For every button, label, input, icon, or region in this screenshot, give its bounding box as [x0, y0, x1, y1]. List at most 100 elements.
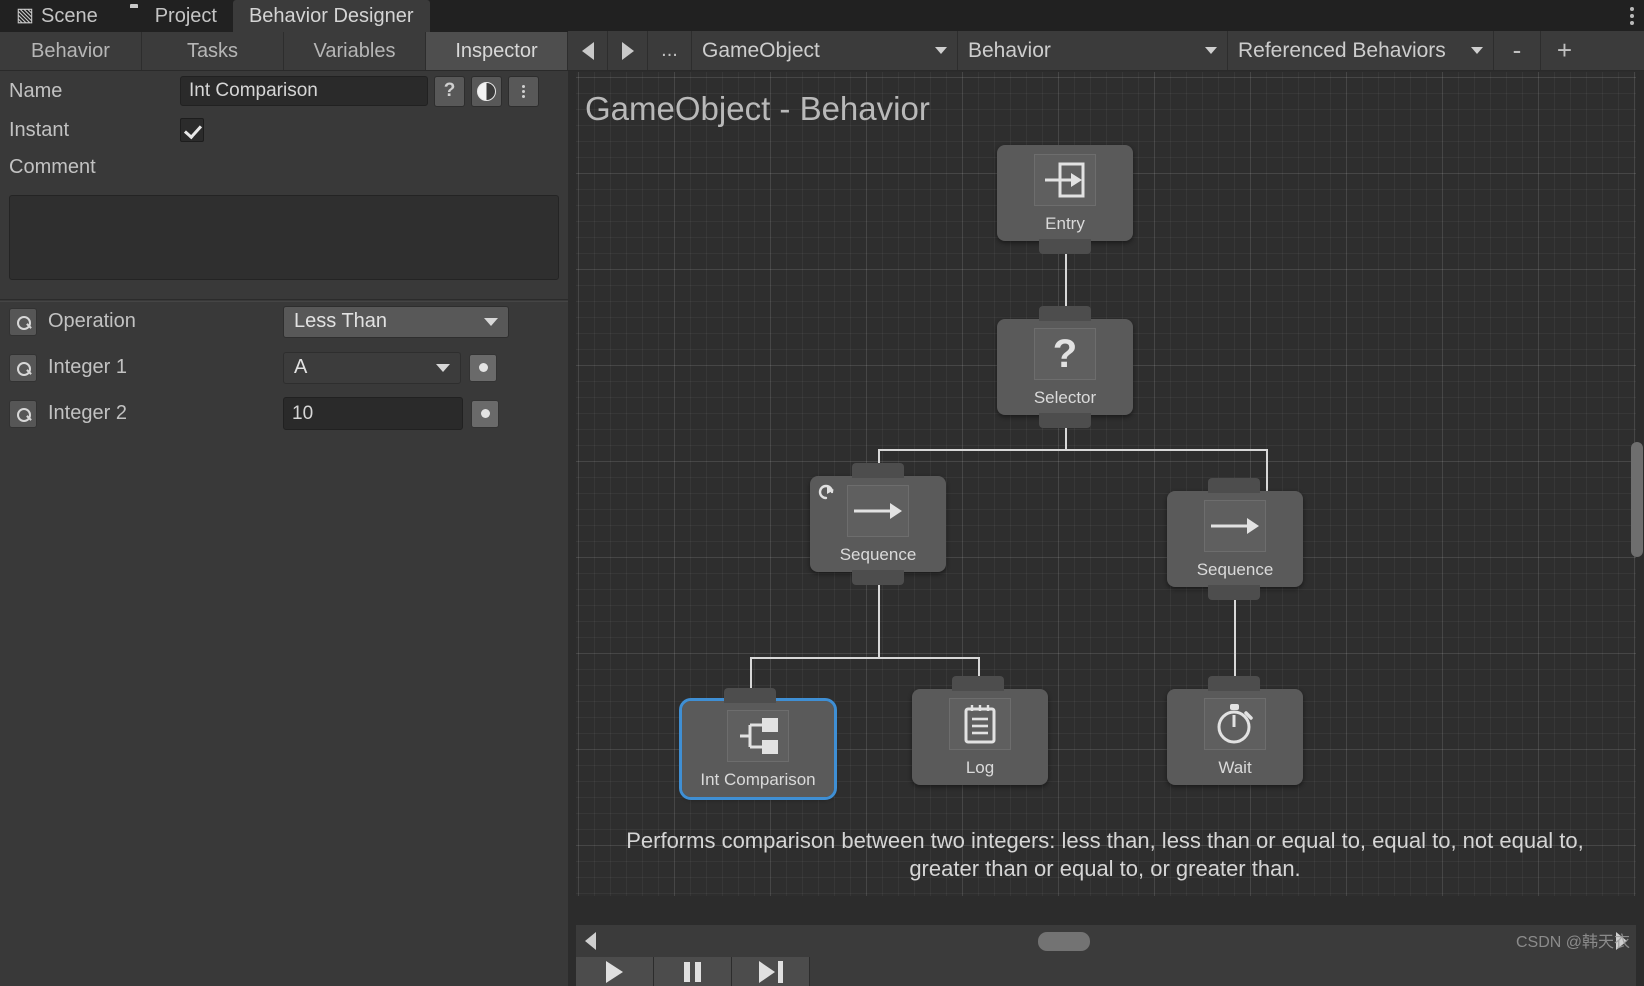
integer2-bind-toggle[interactable]: [471, 399, 499, 428]
name-row: Name Int Comparison ?: [0, 71, 568, 111]
node-label: Int Comparison: [700, 770, 816, 789]
operation-value: Less Than: [294, 310, 388, 332]
integer2-row: Integer 2 10: [0, 391, 499, 436]
window-menu-icon[interactable]: [1630, 6, 1634, 25]
playback-filler: [810, 957, 1636, 986]
node-connector-bottom: [852, 570, 904, 585]
operation-label: Operation: [48, 310, 136, 332]
graph-toolbar: ... GameObject Behavior Referenced Behav…: [568, 31, 1644, 71]
node-sequence-left[interactable]: Sequence: [810, 463, 946, 585]
window-tab-label: Behavior Designer: [248, 4, 414, 27]
integer1-bind-toggle[interactable]: [469, 353, 497, 382]
chevron-down-icon: [1205, 47, 1217, 54]
question-mark-icon: ?: [1034, 328, 1096, 380]
node-connector-top: [1208, 478, 1260, 493]
behavior-dropdown[interactable]: Behavior: [958, 31, 1228, 70]
watermark: CSDN @韩天衣: [1515, 934, 1630, 951]
comment-textarea[interactable]: [9, 195, 559, 280]
integer1-label: Integer 1: [48, 356, 127, 378]
tab-tasks[interactable]: Tasks: [142, 32, 284, 70]
node-entry[interactable]: Entry: [997, 145, 1133, 254]
node-connector-bottom: [1039, 239, 1091, 254]
behavior-tree-canvas[interactable]: GameObject - Behavior Entry ? Selector S…: [576, 72, 1636, 896]
node-label: Log: [965, 758, 995, 777]
comment-label: Comment: [9, 155, 96, 178]
ellipsis-label: ...: [661, 39, 678, 61]
node-connector-bottom: [1208, 585, 1260, 600]
horizontal-scroll-thumb[interactable]: [1038, 932, 1090, 951]
inspector-properties: Name Int Comparison ? Instant Comment Op…: [0, 71, 568, 430]
node-label: Selector: [1033, 388, 1097, 407]
node-connector-top: [1208, 676, 1260, 691]
help-icon[interactable]: ?: [434, 75, 465, 107]
instant-row: Instant: [0, 111, 568, 149]
instant-checkbox[interactable]: [180, 118, 204, 142]
graph-panel: ... GameObject Behavior Referenced Behav…: [568, 0, 1644, 986]
canvas-vertical-scrollbar[interactable]: [1631, 72, 1643, 896]
pause-button[interactable]: [654, 957, 732, 986]
zoom-out-button[interactable]: -: [1494, 31, 1541, 70]
referenced-behaviors-dropdown[interactable]: Referenced Behaviors: [1228, 31, 1494, 70]
tab-behavior[interactable]: Behavior: [0, 32, 142, 70]
gameobject-dropdown[interactable]: GameObject: [692, 31, 958, 70]
canvas-horizontal-scrollbar[interactable]: [576, 925, 1636, 957]
window-tab-label: Project: [154, 4, 217, 27]
scroll-left-icon[interactable]: [585, 932, 596, 950]
node-label: Wait: [1218, 758, 1252, 777]
tab-variables[interactable]: Variables: [284, 32, 426, 70]
integer2-input[interactable]: 10: [283, 397, 463, 430]
step-button[interactable]: [732, 957, 810, 986]
integer1-dropdown[interactable]: A: [283, 351, 461, 384]
tab-label: Tasks: [186, 39, 239, 62]
edge-bus-seqright: [1266, 449, 1268, 492]
pause-icon: [684, 961, 701, 982]
behavior-label: Behavior: [968, 38, 1051, 62]
nav-forward-button[interactable]: [608, 31, 648, 70]
search-icon[interactable]: [9, 307, 37, 336]
chevron-down-icon: [436, 363, 450, 372]
integer2-value: 10: [292, 402, 314, 424]
arrow-right-icon: [847, 485, 909, 537]
node-connector-top: [724, 688, 776, 703]
search-icon[interactable]: [9, 399, 37, 428]
edge-seqleft-bus: [750, 657, 980, 659]
window-tab-scene[interactable]: ▧ Scene: [0, 0, 114, 32]
name-label: Name: [9, 79, 63, 102]
breadcrumb-ellipsis[interactable]: ...: [648, 31, 692, 70]
step-forward-icon: [758, 960, 783, 983]
play-icon: [606, 960, 623, 983]
tab-inspector[interactable]: Inspector: [426, 32, 568, 70]
gameobject-label: GameObject: [702, 38, 820, 62]
graph-window-titlebar: [568, 0, 1644, 31]
operation-row: Operation Less Than: [0, 299, 509, 344]
more-options-icon[interactable]: [508, 75, 539, 107]
arrow-right-icon: [621, 41, 634, 60]
tab-label: Behavior: [31, 39, 110, 62]
operation-dropdown[interactable]: Less Than: [283, 305, 509, 338]
node-wait[interactable]: Wait: [1167, 676, 1303, 785]
contrast-glyph: [477, 81, 496, 101]
node-int-comparison[interactable]: Int Comparison: [679, 688, 837, 800]
nav-back-button[interactable]: [568, 31, 608, 70]
hierarchy-icon: [727, 710, 789, 762]
grid-icon: ▧: [16, 5, 34, 26]
name-input[interactable]: Int Comparison: [180, 76, 428, 106]
node-log[interactable]: Log: [912, 676, 1048, 785]
instant-label: Instant: [9, 118, 70, 141]
node-connector-bottom: [1039, 413, 1091, 428]
vertical-scroll-thumb[interactable]: [1631, 442, 1643, 557]
zoom-in-button[interactable]: +: [1541, 31, 1588, 70]
inspector-tab-bar: Behavior Tasks Variables Inspector: [0, 32, 568, 71]
edge-selector-bus: [878, 449, 1268, 451]
vertical-dots-glyph: [522, 84, 525, 98]
node-selector[interactable]: ? Selector: [997, 306, 1133, 428]
play-button[interactable]: [576, 957, 654, 986]
window-tab-behavior-designer[interactable]: Behavior Designer: [232, 0, 430, 32]
search-icon[interactable]: [9, 353, 37, 382]
name-input-value: Int Comparison: [189, 80, 318, 101]
chevron-down-icon: [1471, 47, 1483, 54]
help-glyph: ?: [443, 80, 456, 101]
window-tab-project[interactable]: Project: [114, 0, 233, 32]
node-sequence-right[interactable]: Sequence: [1167, 478, 1303, 600]
contrast-icon[interactable]: [471, 75, 502, 107]
